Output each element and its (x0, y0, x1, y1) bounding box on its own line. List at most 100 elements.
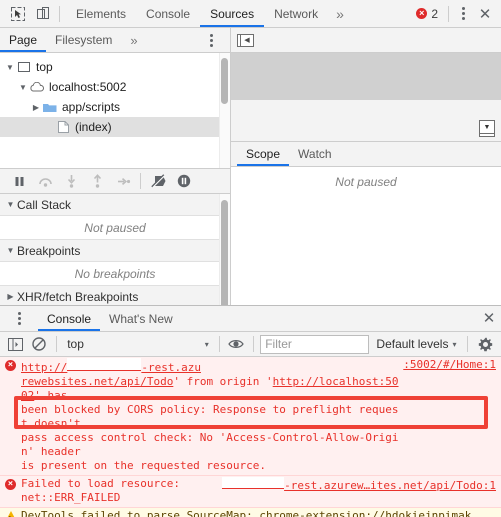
file-tree: ▼ top ▼ localhost:5002 ▶ app/scripts (in… (0, 53, 230, 168)
console-toolbar: top ▾ Filter Default levels ▾ (0, 332, 501, 357)
step-icon[interactable] (110, 169, 136, 193)
tree-item-localhost[interactable]: ▼ localhost:5002 (0, 77, 230, 97)
console-message-failed-load[interactable]: × Failed to load resource: net::ERR_FAILE… (0, 476, 501, 508)
more-tabs-dropdown-icon[interactable]: ▼ (479, 120, 495, 137)
console-message-sourcemap-warning[interactable]: DevTools failed to parse SourceMap: chro… (0, 508, 501, 517)
chevron-down-icon: ▾ (204, 339, 209, 349)
step-into-icon[interactable] (58, 169, 84, 193)
close-icon[interactable]: ✕ (477, 306, 501, 331)
tab-scope[interactable]: Scope (237, 142, 290, 166)
toolbar-divider (59, 5, 60, 22)
inspect-cursor-icon[interactable] (5, 1, 30, 27)
scope-body: Not paused (231, 167, 501, 305)
chevron-right-icon[interactable]: ▶ (30, 103, 42, 112)
debugger-sections: ▼ Call Stack Not paused ▼ Breakpoints No… (0, 194, 230, 305)
gear-icon[interactable] (474, 333, 496, 355)
kebab-menu-icon[interactable] (453, 7, 473, 20)
console-log-levels-selector[interactable]: Default levels ▾ (371, 337, 461, 351)
navigator-menu-button[interactable] (192, 28, 230, 52)
toolbar-left-icons (0, 0, 66, 27)
more-tabs-button[interactable]: » (328, 0, 352, 27)
console-message-source[interactable]: -rest.azurew…ites.net/api/Todo:1 (222, 477, 501, 505)
tab-filesystem-label: Filesystem (55, 33, 113, 47)
error-icon: × (416, 8, 428, 19)
editor-tabbar: ◀ (231, 28, 501, 53)
console-message-text: DevTools failed to parse SourceMap: chro… (21, 509, 501, 517)
tab-sources-label: Sources (210, 6, 255, 21)
console-message-cors-error[interactable]: × http:// -rest.azu rewebsites.net/api/Tod… (0, 357, 501, 476)
debugger-scrollbar[interactable] (221, 200, 228, 305)
chevron-right-icon: ▶ (7, 292, 14, 301)
redacted-host (222, 477, 285, 489)
navigator-more-button[interactable]: » (121, 28, 146, 52)
chevron-down-icon[interactable]: ▼ (4, 63, 16, 72)
console-filter-placeholder: Filter (265, 337, 292, 351)
console-message-source[interactable]: :5002/#/Home:1 (403, 358, 501, 473)
document-icon (55, 121, 71, 133)
drawer-tab-whats-new-label: What's New (109, 311, 173, 326)
sourcemap-link: chrome-extension://hdokiejnpimakedhajhdl… (259, 509, 472, 517)
tree-item-app-scripts[interactable]: ▶ app/scripts (0, 97, 230, 117)
tab-watch-label: Watch (298, 147, 332, 161)
debugger-toolbar-divider (140, 173, 141, 189)
toolbar-divider-2 (448, 5, 449, 22)
cors-link-1: http:// (21, 361, 68, 374)
console-message-list: × http:// -rest.azu rewebsites.net/api/Tod… (0, 357, 501, 517)
error-count-badge[interactable]: × 2 (410, 7, 444, 21)
scope-empty-text: Not paused (335, 175, 397, 189)
tab-sources[interactable]: Sources (200, 0, 265, 27)
close-icon[interactable]: ✕ (473, 5, 497, 23)
section-call-stack[interactable]: ▼ Call Stack (0, 194, 230, 216)
sources-panel: Page Filesystem » ▼ top ▼ localhost:5002… (0, 28, 501, 305)
redacted-host (67, 358, 142, 371)
section-xhr-breakpoints[interactable]: ▶ XHR/fetch Breakpoints (0, 286, 230, 305)
live-expression-icon[interactable] (226, 333, 248, 355)
chevron-down-icon[interactable]: ▼ (17, 83, 29, 92)
pause-on-exceptions-icon[interactable] (171, 169, 197, 193)
tree-item-index[interactable]: (index) (0, 117, 230, 137)
tab-filesystem[interactable]: Filesystem (46, 28, 121, 52)
console-filter-input[interactable]: Filter (260, 334, 370, 354)
pause-icon[interactable] (6, 169, 32, 193)
tab-watch[interactable]: Watch (289, 142, 341, 166)
error-count-label: 2 (431, 6, 438, 21)
error-icon: × (0, 358, 21, 473)
tab-elements[interactable]: Elements (66, 0, 136, 27)
section-xhr-breakpoints-label: XHR/fetch Breakpoints (17, 289, 139, 304)
tab-page[interactable]: Page (0, 28, 47, 52)
debugger-toolbar (0, 168, 230, 194)
console-message-source-label: -rest.azurew…ites.net/api/Todo:1 (284, 479, 496, 492)
tab-console[interactable]: Console (136, 0, 200, 27)
tab-console-label: Console (146, 6, 191, 21)
console-context-selector[interactable]: top ▾ (63, 335, 213, 354)
tab-network[interactable]: Network (264, 0, 328, 27)
step-over-icon[interactable] (32, 169, 58, 193)
console-log-levels-label: Default levels (376, 337, 449, 351)
kebab-menu-icon (9, 312, 29, 325)
main-tab-list: Elements Console Sources Network » (66, 0, 410, 27)
devtools-window: Elements Console Sources Network » × 2 ✕… (0, 0, 501, 517)
file-tree-scrollbar[interactable] (221, 58, 228, 104)
device-toolbar-icon[interactable] (30, 1, 55, 27)
drawer-tab-whats-new[interactable]: What's New (100, 306, 182, 331)
console-sidebar-icon[interactable] (5, 333, 27, 355)
clear-console-icon[interactable] (29, 333, 51, 355)
drawer-tab-console-label: Console (47, 311, 92, 326)
deactivate-breakpoints-icon[interactable] (145, 169, 171, 193)
step-out-icon[interactable] (84, 169, 110, 193)
tab-page-label: Page (9, 33, 38, 47)
call-stack-empty: Not paused (0, 216, 230, 240)
navigator-tabbar: Page Filesystem » (0, 28, 230, 53)
tab-elements-label: Elements (76, 6, 127, 21)
scope-tabbar: Scope Watch (231, 142, 501, 167)
drawer-menu-button[interactable] (0, 306, 38, 331)
tab-network-label: Network (274, 6, 319, 21)
editor-bottom-strip: ▼ (231, 100, 501, 142)
drawer-tab-console[interactable]: Console (38, 306, 101, 331)
chevron-down-icon: ▾ (452, 339, 457, 349)
cors-link-2: -rest.azu (141, 361, 201, 374)
cors-link-3: rewebsites.net/api/Todo (21, 375, 174, 388)
show-navigator-icon[interactable]: ◀ (237, 33, 254, 47)
section-breakpoints[interactable]: ▼ Breakpoints (0, 240, 230, 262)
tree-item-top[interactable]: ▼ top (0, 57, 230, 77)
